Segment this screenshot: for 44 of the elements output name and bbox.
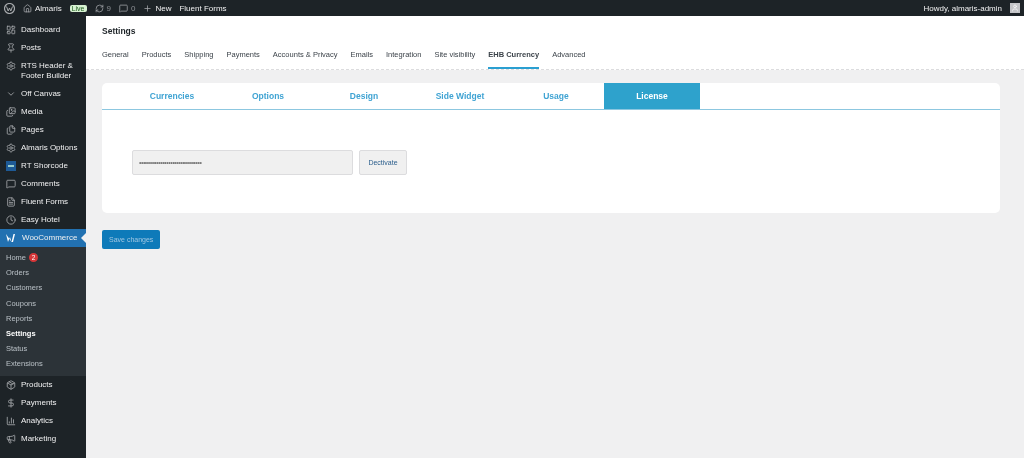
- home-icon: [23, 3, 32, 13]
- new-link[interactable]: New: [155, 3, 172, 13]
- pages-icon: [6, 125, 16, 135]
- woo-icon: [6, 234, 17, 242]
- updates-count: 9: [106, 3, 111, 13]
- sidebar-item[interactable]: Fluent Forms: [0, 193, 86, 211]
- sidebar-item[interactable]: Dashboard: [0, 21, 86, 39]
- rt-icon: [6, 161, 16, 171]
- speech-bubble-icon: [6, 179, 16, 189]
- sidebar-item[interactable]: Payments: [0, 393, 86, 412]
- images-icon: [6, 107, 16, 117]
- megaphone-icon: [6, 433, 16, 444]
- bar-chart-icon: [6, 415, 16, 426]
- fluent-forms-link[interactable]: Fluent Forms: [179, 3, 227, 13]
- sidebar-item[interactable]: Easy Hotel: [0, 211, 86, 229]
- sidebar-item[interactable]: Pages: [0, 121, 86, 139]
- gear-icon: [6, 143, 16, 153]
- site-name-link[interactable]: Almaris: [35, 3, 62, 13]
- dollar-icon: [6, 397, 16, 408]
- updates-icon[interactable]: [94, 3, 104, 13]
- sidebar-item[interactable]: RT Shorcode: [0, 157, 86, 175]
- sidebar-item[interactable]: Comments: [0, 175, 86, 193]
- sidebar-item[interactable]: Marketing: [0, 429, 86, 448]
- sidebar-item[interactable]: Analytics: [0, 411, 86, 430]
- box-icon: [6, 379, 16, 390]
- form-icon: [6, 197, 16, 207]
- clock-icon: [6, 215, 16, 225]
- pin-icon: [6, 43, 16, 53]
- chevron-down-icon: [6, 89, 16, 99]
- sidebar-item[interactable]: Almaris Options: [0, 139, 86, 157]
- greeting-link[interactable]: Howdy, almaris-admin: [923, 3, 1002, 13]
- wordpress-logo-icon[interactable]: [4, 2, 15, 14]
- sidebar-item[interactable]: Media: [0, 103, 86, 121]
- page-title: Settings: [102, 26, 137, 36]
- comments-icon[interactable]: [118, 3, 128, 13]
- sidebar-item[interactable]: Products: [0, 375, 86, 394]
- sidebar-item[interactable]: RTS Header & Footer Builder: [0, 57, 86, 85]
- plus-icon: [143, 3, 153, 13]
- sidebar-item[interactable]: WooCommerce: [0, 229, 86, 247]
- comments-count: 0: [130, 3, 136, 13]
- gear-icon: [6, 61, 16, 71]
- sidebar-item[interactable]: Posts: [0, 39, 86, 57]
- sidebar-item[interactable]: Off Canvas: [0, 85, 86, 103]
- dashboard-icon: [6, 25, 16, 35]
